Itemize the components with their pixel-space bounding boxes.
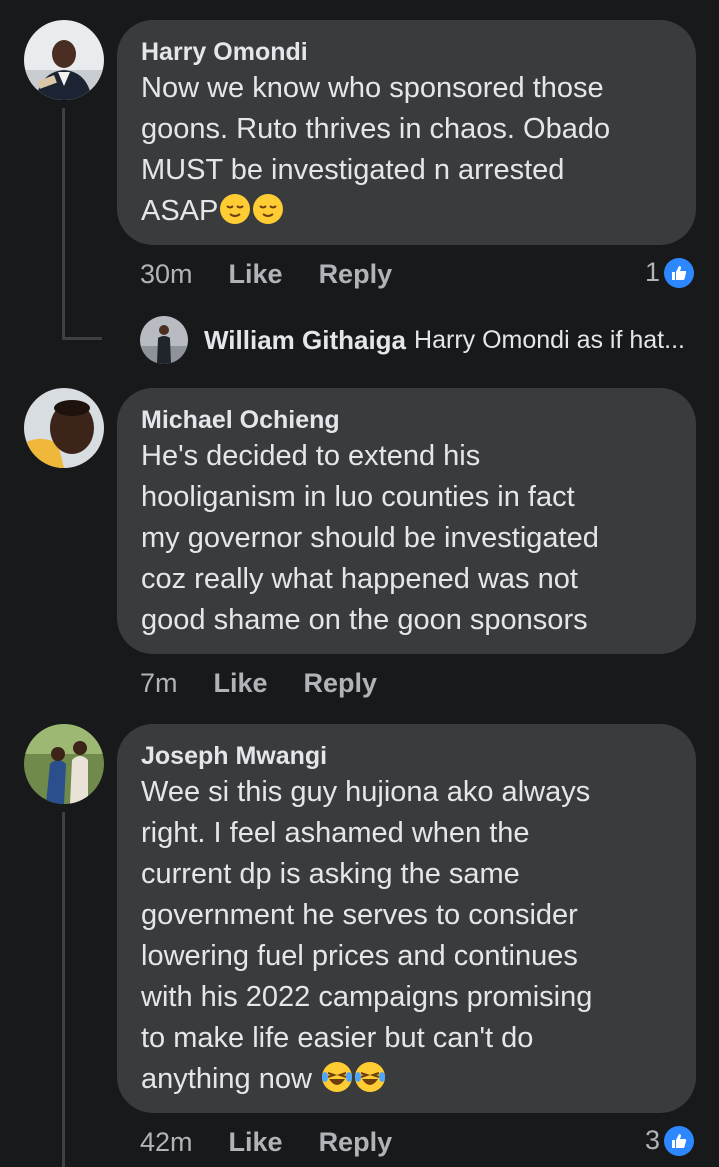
comment-text: Now we know who sponsored those goons. R… [141, 72, 611, 227]
thread-line [62, 812, 65, 1167]
avatar-michael-ochieng[interactable] [24, 388, 104, 468]
thread-elbow [62, 337, 102, 340]
comment-bubble[interactable]: Michael Ochieng He's decided to extend h… [117, 388, 696, 654]
thumbs-up-icon [664, 1125, 694, 1156]
thumbs-up-icon [664, 257, 694, 288]
reply-preview[interactable]: William Githaiga Harry Omondi as if hat.… [140, 316, 685, 364]
reaction-count[interactable]: 1 [645, 257, 694, 288]
laughing-tears-icon [321, 1061, 353, 1093]
comment-actions: 30m Like Reply [140, 259, 428, 290]
comment-time[interactable]: 30m [140, 259, 193, 289]
comment-author[interactable]: Harry Omondi [141, 36, 672, 68]
comment-actions: 7m Like Reply [140, 668, 413, 699]
avatar-william-githaiga [140, 316, 188, 364]
relieved-face-icon [252, 193, 284, 225]
comment-time[interactable]: 7m [140, 668, 178, 698]
reply-button[interactable]: Reply [319, 1127, 393, 1157]
comment-text: Wee si this guy hujiona ako always right… [141, 776, 593, 1095]
comment-bubble[interactable]: Harry Omondi Now we know who sponsored t… [117, 20, 696, 245]
comment-author[interactable]: Joseph Mwangi [141, 740, 672, 772]
thread-line [62, 108, 65, 338]
reaction-count[interactable]: 3 [645, 1125, 694, 1156]
like-button[interactable]: Like [229, 259, 283, 289]
comment-bubble[interactable]: Joseph Mwangi Wee si this guy hujiona ak… [117, 724, 696, 1113]
comment-actions: 42m Like Reply [140, 1127, 428, 1158]
reply-author[interactable]: William Githaiga [204, 325, 406, 356]
comment-author[interactable]: Michael Ochieng [141, 404, 672, 436]
like-button[interactable]: Like [229, 1127, 283, 1157]
avatar-joseph-mwangi[interactable] [24, 724, 104, 804]
relieved-face-icon [219, 193, 251, 225]
avatar-harry-omondi[interactable] [24, 20, 104, 100]
laughing-tears-icon [354, 1061, 386, 1093]
reply-button[interactable]: Reply [304, 668, 378, 698]
reply-button[interactable]: Reply [319, 259, 393, 289]
reply-snippet: Harry Omondi as if hat... [414, 325, 685, 354]
like-button[interactable]: Like [214, 668, 268, 698]
comment-text: He's decided to extend his hooliganism i… [141, 440, 599, 636]
comment-time[interactable]: 42m [140, 1127, 193, 1157]
